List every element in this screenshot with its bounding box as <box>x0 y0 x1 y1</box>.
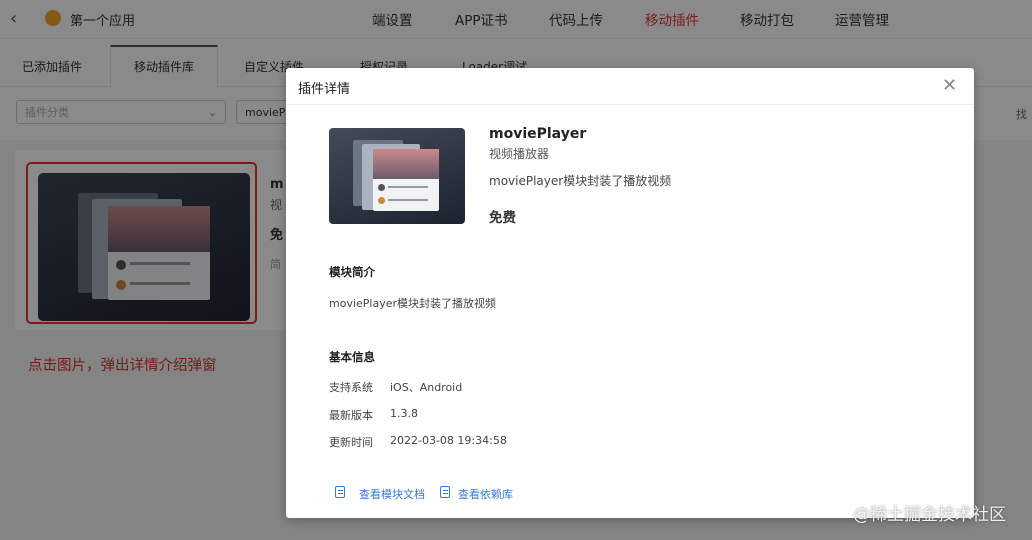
plugin-subtitle: 视频播放器 <box>489 147 550 161</box>
watermark: @稀土掘金技术社区 <box>853 505 1006 525</box>
image-avatar <box>378 197 385 204</box>
image-layer-front <box>373 149 439 211</box>
image-avatar <box>378 184 385 191</box>
document-icon[interactable] <box>440 486 450 498</box>
modal-header: 插件详情 ✕ <box>286 68 974 105</box>
document-icon[interactable] <box>335 486 345 498</box>
plugin-name: moviePlayer <box>489 126 587 142</box>
plugin-price: 免费 <box>489 210 516 226</box>
image-video-frame <box>373 149 439 179</box>
intro-text: moviePlayer模块封装了播放视频 <box>329 297 497 310</box>
plugin-description: moviePlayer模块封装了播放视频 <box>489 174 672 188</box>
info-label-updated: 更新时间 <box>329 436 373 449</box>
info-value-version: 1.3.8 <box>390 407 418 420</box>
image-text-line <box>388 186 428 188</box>
info-value-updated: 2022-03-08 19:34:58 <box>390 434 507 447</box>
info-label-version: 最新版本 <box>329 409 373 422</box>
info-label-os: 支持系统 <box>329 381 373 394</box>
plugin-detail-modal: 插件详情 ✕ moviePlayer 视频播放器 moviePlayer模块封装… <box>286 68 974 518</box>
image-text-line <box>388 199 428 201</box>
plugin-image <box>329 128 465 224</box>
view-docs-link[interactable]: 查看模块文档 <box>359 486 425 502</box>
info-value-os: iOS、Android <box>390 381 463 394</box>
view-dependencies-link[interactable]: 查看依赖库 <box>458 486 513 502</box>
basic-info-title: 基本信息 <box>329 350 375 364</box>
intro-title: 模块简介 <box>329 265 375 279</box>
modal-title: 插件详情 <box>298 82 351 97</box>
close-icon[interactable]: ✕ <box>942 75 957 96</box>
